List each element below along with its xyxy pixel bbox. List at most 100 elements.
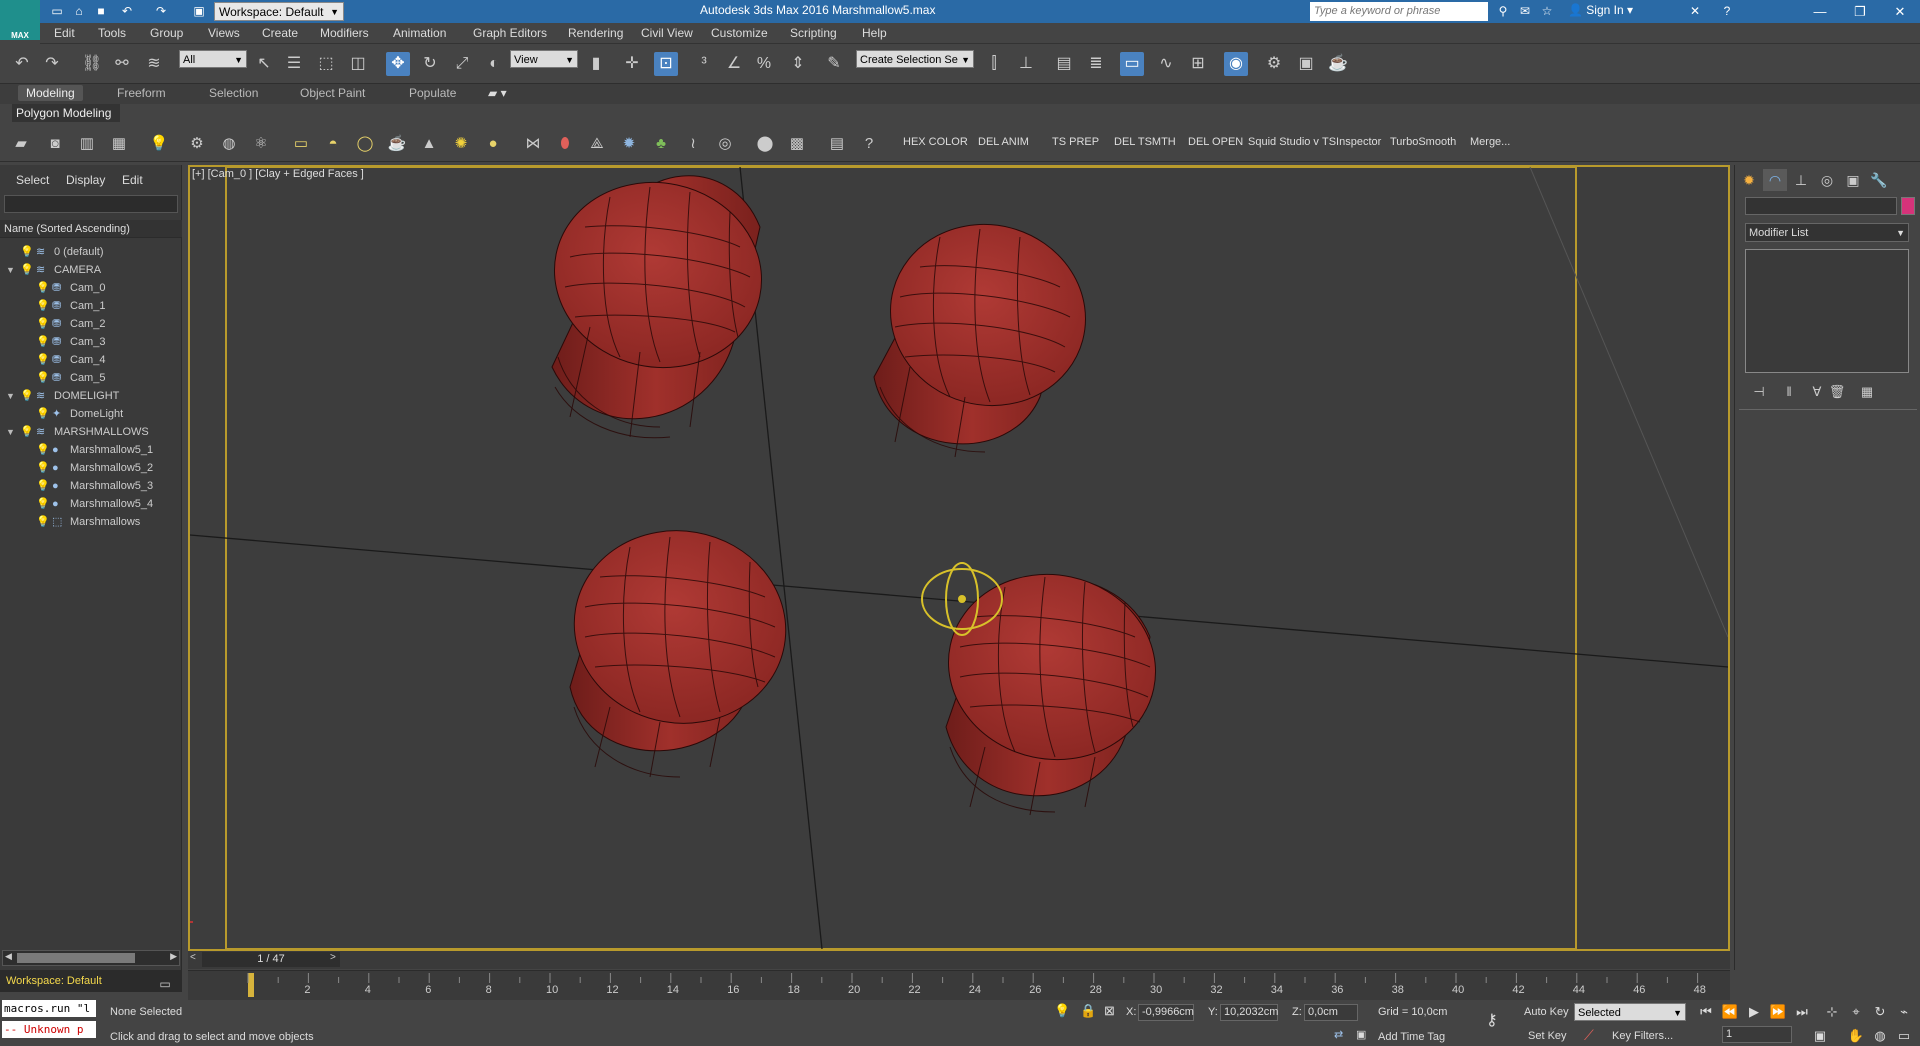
tab-modeling[interactable]: Modeling (18, 85, 83, 101)
script-merge[interactable]: Merge... (1470, 136, 1510, 148)
script-ts-prep[interactable]: TS PREP (1052, 136, 1099, 148)
schematic-view-icon[interactable]: ⊞ (1186, 52, 1210, 76)
reset-xform-icon[interactable]: ◍ (218, 133, 240, 155)
save-icon[interactable]: ■ (92, 2, 110, 20)
time-config-icon[interactable]: ▣ (1810, 1027, 1830, 1045)
scene-explorer-icon[interactable]: ▤ (1052, 52, 1076, 76)
tab-object-paint[interactable]: Object Paint (300, 86, 365, 100)
mirror-icon[interactable]: ⫿ (982, 52, 1006, 76)
motion-tab-icon[interactable]: ◎ (1815, 169, 1839, 191)
script-del-tsmth[interactable]: DEL TSMTH (1114, 136, 1176, 148)
add-time-tag[interactable]: Add Time Tag (1378, 1031, 1445, 1043)
pill-icon[interactable]: ⬮ (554, 133, 576, 155)
key-filters-button[interactable]: Key Filters... (1612, 1030, 1673, 1042)
visibility-bulb-icon[interactable]: 💡 (20, 387, 34, 405)
visibility-bulb-icon[interactable]: 💡 (36, 333, 50, 351)
sun-icon[interactable]: ✺ (450, 133, 472, 155)
ribbon-options-icon[interactable]: ▰ ▾ (488, 86, 507, 100)
pin-stack-icon[interactable]: ⊣ (1749, 383, 1769, 401)
snaps-toggle-icon[interactable]: ³ (692, 52, 716, 76)
script-del-open[interactable]: DEL OPEN (1188, 136, 1243, 148)
placement-icon[interactable]: ◐ (482, 52, 506, 76)
render-setup-icon[interactable]: ⚙ (1262, 52, 1286, 76)
tree-row[interactable]: 💡 ≋ 0 (default) (0, 243, 182, 261)
cone-icon[interactable]: ▲ (418, 133, 440, 155)
light-lister-icon[interactable]: 💡 (148, 133, 170, 155)
zoom-icon[interactable]: ◍ (1870, 1027, 1890, 1045)
viewport[interactable] (188, 165, 1730, 951)
configure-sets-icon[interactable]: ▦ (1857, 383, 1877, 401)
tree-row[interactable]: ▼ 💡 ≋ CAMERA (0, 261, 182, 279)
display-tab-icon[interactable]: ▣ (1841, 169, 1865, 191)
make-unique-icon[interactable]: ∀ (1807, 383, 1827, 401)
layout-icon[interactable]: ▥ (76, 133, 98, 155)
lights-icon[interactable]: ⚛ (250, 133, 272, 155)
select-object-icon[interactable]: ↖ (252, 52, 276, 76)
visibility-bulb-icon[interactable]: 💡 (36, 279, 50, 297)
help-icon[interactable]: ? (1718, 2, 1736, 20)
object-name-input[interactable] (1745, 197, 1897, 215)
project-icon[interactable]: ▣ (190, 2, 208, 20)
set-key-button[interactable]: Set Key (1528, 1030, 1567, 1042)
hair-icon[interactable]: ≀ (682, 133, 704, 155)
menu-customize[interactable]: Customize (711, 26, 768, 40)
menu-views[interactable]: Views (208, 26, 240, 40)
menu-group[interactable]: Group (150, 26, 183, 40)
menu-help[interactable]: Help (862, 26, 887, 40)
marshmallow-1[interactable] (537, 167, 779, 439)
frame-counter[interactable]: 1 / 47 (202, 952, 340, 967)
binoculars-icon[interactable]: ⚲ (1494, 2, 1512, 20)
plant-icon[interactable]: ♣ (650, 133, 672, 155)
material-ball-icon[interactable]: ⬤ (754, 133, 776, 155)
menu-animation[interactable]: Animation (393, 26, 446, 40)
tab-populate[interactable]: Populate (409, 86, 456, 100)
scrollbar-thumb[interactable] (17, 953, 135, 963)
move-icon[interactable]: ✥ (386, 52, 410, 76)
tree-row[interactable]: 💡 ● Marshmallow5_3 (0, 477, 182, 495)
clipboard-icon[interactable]: ▤ (826, 133, 848, 155)
tree-row[interactable]: 💡 ● Marshmallow5_1 (0, 441, 182, 459)
viewport-scene[interactable] (190, 167, 1728, 949)
select-by-name-icon[interactable]: ☰ (282, 52, 306, 76)
maximize-button[interactable]: ❐ (1840, 0, 1880, 23)
go-to-start-icon[interactable]: ⏮ (1696, 1003, 1716, 1021)
menu-create[interactable]: Create (262, 26, 298, 40)
angle-snap-icon[interactable]: ∠ (722, 52, 746, 76)
app-logo[interactable]: MAX (0, 0, 40, 40)
render-production-icon[interactable]: ☕ (1326, 52, 1350, 76)
unlink-icon[interactable]: ⚯ (110, 52, 134, 76)
visibility-bulb-icon[interactable]: 💡 (36, 297, 50, 315)
create-tab-icon[interactable]: ✹ (1737, 169, 1761, 191)
ribbon-toggle-icon[interactable]: ▭ (1120, 52, 1144, 76)
visibility-bulb-icon[interactable]: 💡 (36, 441, 50, 459)
visibility-bulb-icon[interactable]: 💡 (20, 423, 34, 441)
scroll-right-icon[interactable]: ▶ (170, 951, 177, 962)
close-button[interactable]: ✕ (1880, 0, 1920, 23)
script-del-anim[interactable]: DEL ANIM (978, 136, 1029, 148)
search-input[interactable] (1310, 2, 1488, 21)
play-icon[interactable]: ▶ (1744, 1003, 1764, 1021)
maxscript-listener[interactable]: macros.run "l (2, 1000, 96, 1017)
favorites-icon[interactable]: ☆ (1538, 2, 1556, 20)
explorer-tab-edit[interactable]: Edit (122, 173, 143, 187)
key-icon[interactable]: ⚷ (1486, 1010, 1498, 1030)
maxscript-output[interactable]: -- Unknown p (2, 1021, 96, 1038)
teapot-icon[interactable]: ☕ (386, 133, 408, 155)
orbit-icon[interactable]: ↻ (1870, 1003, 1890, 1021)
menu-graph-editors[interactable]: Graph Editors (473, 26, 547, 40)
open-file-icon[interactable]: ⌂ (70, 2, 88, 20)
tab-freeform[interactable]: Freeform (117, 86, 166, 100)
layer-explorer-icon[interactable]: ≣ (1084, 52, 1108, 76)
scroll-left-icon[interactable]: ◀ (5, 951, 12, 962)
go-to-end-icon[interactable]: ⏭ (1792, 1003, 1812, 1021)
next-frame-icon[interactable]: > (330, 952, 336, 963)
marshmallow-2[interactable] (870, 203, 1106, 458)
sphere-icon[interactable]: ● (482, 133, 504, 155)
percent-snap-icon[interactable]: % (752, 52, 776, 76)
tree-row[interactable]: 💡 ✦ DomeLight (0, 405, 182, 423)
menu-modifiers[interactable]: Modifiers (320, 26, 369, 40)
help-icon[interactable]: ? (858, 133, 880, 155)
material-editor-icon[interactable]: ◉ (1224, 52, 1248, 76)
viewport-icon[interactable]: ▰ (10, 133, 32, 155)
object-color-swatch[interactable] (1901, 197, 1915, 215)
